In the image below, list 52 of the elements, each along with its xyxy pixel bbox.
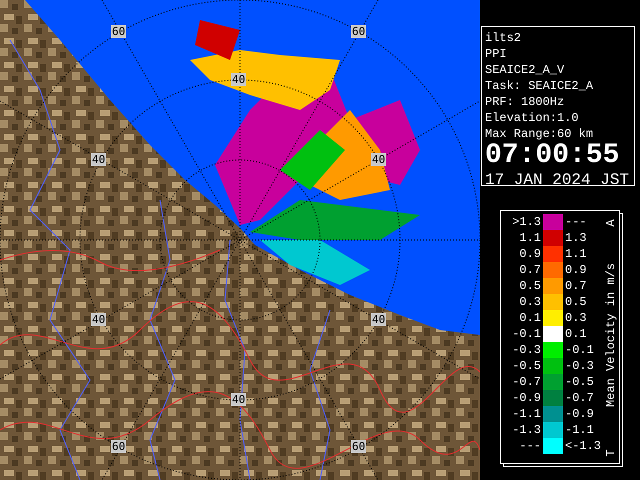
legend-value: 0.5: [564, 295, 588, 309]
legend-value: 1.3: [564, 231, 588, 245]
range-ring-label: 40: [91, 313, 106, 326]
range-ring-label: 40: [91, 153, 106, 166]
scan-date: 17 JAN 2024 JST: [485, 170, 630, 190]
legend-value: -0.7: [564, 391, 595, 405]
legend-value: -0.7: [511, 375, 542, 389]
legend-value: -1.1: [564, 423, 595, 437]
legend-value: 0.3: [518, 295, 542, 309]
legend-value: 0.5: [518, 279, 542, 293]
range-ring-label: 60: [111, 440, 126, 453]
range-ring-label: 40: [231, 393, 246, 406]
legend-value: -0.3: [564, 359, 595, 373]
range-ring-label: 40: [231, 73, 246, 86]
legend-value: -0.9: [511, 391, 542, 405]
info-line: PRF: 1800Hz: [485, 94, 564, 110]
unit-label: Mean Velocity in m/s: [604, 262, 618, 408]
range-ring-label: 40: [371, 313, 386, 326]
legend-value: ---: [518, 439, 542, 453]
legend-value: 0.7: [518, 263, 542, 277]
legend-value: 0.1: [564, 327, 588, 341]
info-line: ilts2: [485, 30, 522, 46]
info-line: Max Range:60 km: [485, 126, 594, 142]
legend-value: 0.9: [564, 263, 588, 277]
range-ring-label: 60: [351, 440, 366, 453]
legend-value: -1.3: [511, 423, 542, 437]
legend-value: -0.1: [511, 327, 542, 341]
info-line: Elevation:1.0: [485, 110, 579, 126]
range-ring-label: 60: [351, 25, 366, 38]
info-line: PPI: [485, 46, 507, 62]
legend-value: 1.1: [518, 231, 542, 245]
legend-value: 0.3: [564, 311, 588, 325]
legend-value: -0.5: [564, 375, 595, 389]
range-ring-label: 60: [111, 25, 126, 38]
legend-value: >1.3: [511, 215, 542, 229]
legend-value: 0.7: [564, 279, 588, 293]
legend-value: <-1.3: [564, 439, 602, 453]
legend-value: 0.1: [518, 311, 542, 325]
legend-value: -0.3: [511, 343, 542, 357]
legend-top-mark: A: [604, 219, 618, 227]
legend-value: 1.1: [564, 247, 588, 261]
scan-time: 07:00:55: [485, 142, 620, 170]
range-ring-label: 40: [371, 153, 386, 166]
legend-value: ---: [564, 215, 588, 229]
legend-value: -0.1: [564, 343, 595, 357]
legend-value: -1.1: [511, 407, 542, 421]
legend-value: -0.9: [564, 407, 595, 421]
legend-value: 0.9: [518, 247, 542, 261]
legend-value: -0.5: [511, 359, 542, 373]
info-line: Task: SEAICE2_A: [485, 78, 594, 94]
info-line: SEAICE2_A_V: [485, 62, 564, 78]
legend-bottom-mark: T: [604, 449, 618, 457]
